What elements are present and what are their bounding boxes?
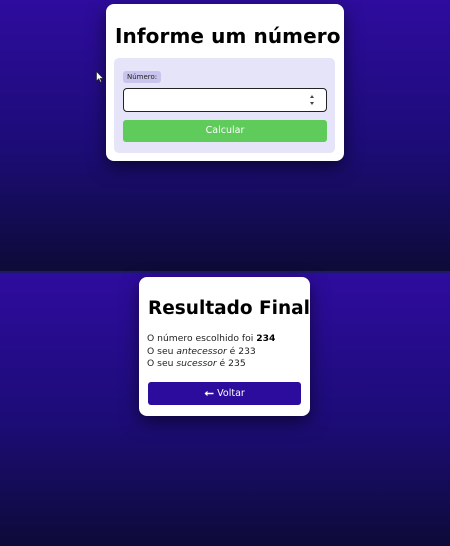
spinner-up-icon[interactable] bbox=[310, 95, 314, 98]
number-label: Número: bbox=[123, 71, 162, 83]
result-text: O número escolhido foi 234 O seu anteces… bbox=[147, 333, 275, 371]
number-spinner-icon[interactable] bbox=[310, 95, 316, 105]
back-button-label: Voltar bbox=[217, 388, 245, 399]
mouse-cursor-icon bbox=[96, 71, 104, 83]
back-button[interactable]: Voltar bbox=[148, 382, 301, 405]
number-form-card: Informe um número Número: Calcular bbox=[106, 4, 344, 161]
form-page: Informe um número Número: Calcular bbox=[0, 0, 450, 271]
number-form: Número: Calcular bbox=[114, 58, 335, 153]
form-title: Informe um número bbox=[115, 24, 341, 48]
result-title: Resultado Final bbox=[148, 298, 311, 319]
chosen-number-line: O número escolhido foi 234 bbox=[147, 333, 276, 344]
result-card: Resultado Final O número escolhido foi 2… bbox=[139, 277, 310, 416]
predecessor-line: O seu antecessor é 233 bbox=[147, 345, 256, 357]
predecessor-value: 233 bbox=[238, 345, 256, 357]
calculate-button[interactable]: Calcular bbox=[123, 120, 327, 142]
left-arrow-icon bbox=[204, 382, 214, 405]
number-input[interactable] bbox=[123, 88, 327, 112]
successor-value: 235 bbox=[228, 358, 246, 369]
spinner-down-icon[interactable] bbox=[310, 102, 314, 105]
chosen-number-value: 234 bbox=[256, 333, 276, 344]
successor-line: O seu sucessor é 235 bbox=[147, 358, 246, 369]
